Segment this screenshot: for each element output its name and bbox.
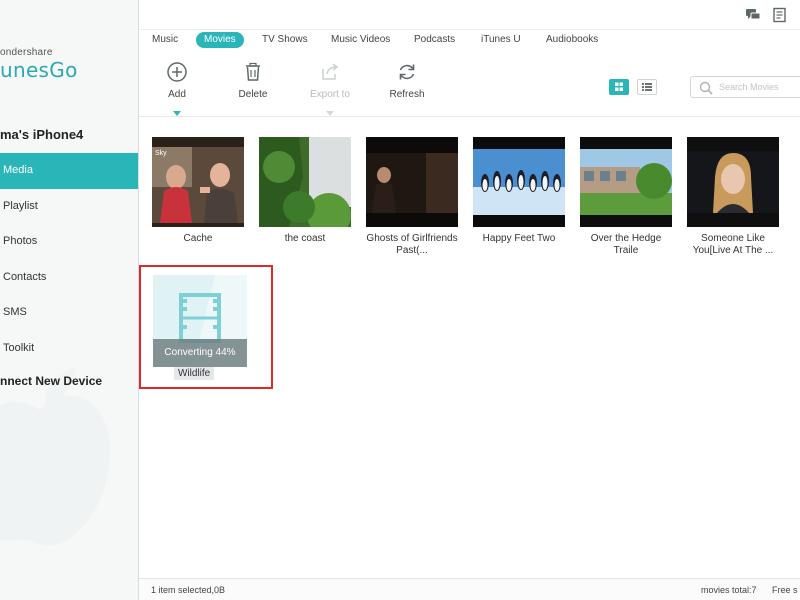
media-tabs: Music Movies TV Shows Music Videos Podca… bbox=[139, 30, 800, 50]
selection-status: 1 item selected,0B bbox=[151, 585, 226, 595]
add-dropdown-caret[interactable] bbox=[173, 111, 181, 116]
main-panel: Music Movies TV Shows Music Videos Podca… bbox=[139, 0, 800, 600]
movie-title: Over the Hedge Traile bbox=[590, 233, 662, 256]
refresh-button[interactable]: Refresh bbox=[372, 55, 442, 100]
apple-watermark-icon bbox=[0, 368, 110, 546]
toolbar: Add Delete Export to Refresh Search Movi… bbox=[139, 55, 800, 117]
status-bar: 1 item selected,0B movies total:7 Free s bbox=[139, 578, 800, 600]
movie-item[interactable]: Happy Feet Two bbox=[473, 137, 565, 245]
movie-item[interactable]: Sky Cache bbox=[152, 137, 244, 245]
export-label: Export to bbox=[309, 89, 351, 100]
trash-icon bbox=[246, 62, 260, 81]
converting-title: Wildlife bbox=[174, 367, 215, 380]
movie-thumbnail bbox=[473, 137, 565, 227]
svg-text:Sky: Sky bbox=[155, 150, 167, 157]
movie-thumbnail: Sky bbox=[152, 137, 244, 227]
converting-item-highlight[interactable]: Converting 44% Wildlife bbox=[139, 265, 273, 389]
title-bar bbox=[139, 0, 800, 30]
movies-total-status: movies total:7 bbox=[701, 585, 757, 595]
list-view-button[interactable] bbox=[637, 79, 657, 95]
sidebar-item-playlist[interactable]: Playlist bbox=[0, 189, 138, 225]
register-icon[interactable] bbox=[772, 7, 788, 23]
brand-subtitle: ondershare bbox=[0, 47, 53, 58]
tab-audiobooks[interactable]: Audiobooks bbox=[538, 32, 606, 48]
tab-movies[interactable]: Movies bbox=[196, 32, 244, 48]
movie-title: the coast bbox=[284, 233, 326, 244]
movie-title: Someone Like You[Live At The ... bbox=[692, 233, 774, 256]
sidebar-nav: Media Playlist Photos Contacts SMS Toolk… bbox=[0, 153, 138, 367]
refresh-icon bbox=[399, 64, 415, 80]
movie-thumbnail bbox=[580, 137, 672, 227]
movie-thumbnail bbox=[366, 137, 458, 227]
add-button[interactable]: Add bbox=[142, 55, 212, 116]
sidebar-item-photos[interactable]: Photos bbox=[0, 224, 138, 260]
movie-item[interactable]: Ghosts of Girlfriends Past(... bbox=[366, 137, 458, 257]
add-icon bbox=[167, 62, 187, 82]
brand-logo: unesGo bbox=[0, 58, 78, 82]
export-button[interactable]: Export to bbox=[295, 55, 365, 116]
movie-item[interactable]: the coast bbox=[259, 137, 351, 245]
device-name[interactable]: ma's iPhone4 bbox=[0, 127, 83, 142]
connect-new-device-link[interactable]: nnect New Device bbox=[0, 374, 102, 388]
list-view-icon bbox=[642, 83, 652, 91]
search-icon bbox=[699, 81, 713, 95]
delete-label: Delete bbox=[238, 89, 268, 100]
export-icon bbox=[322, 63, 339, 80]
converting-progress-status: Converting 44% bbox=[153, 339, 247, 367]
add-label: Add bbox=[168, 89, 186, 100]
sidebar-item-sms[interactable]: SMS bbox=[0, 295, 138, 331]
refresh-label: Refresh bbox=[389, 89, 425, 100]
movie-title: Cache bbox=[183, 233, 213, 244]
delete-button[interactable]: Delete bbox=[218, 55, 288, 100]
grid-view-icon bbox=[615, 82, 623, 91]
sidebar-item-media[interactable]: Media bbox=[0, 153, 138, 189]
export-dropdown-caret[interactable] bbox=[326, 111, 334, 116]
sidebar-item-toolkit[interactable]: Toolkit bbox=[0, 331, 138, 367]
movie-item[interactable]: Over the Hedge Traile bbox=[580, 137, 672, 257]
movie-thumbnail bbox=[687, 137, 779, 227]
free-space-status: Free s bbox=[772, 585, 798, 595]
converting-thumbnail: Converting 44% bbox=[153, 275, 247, 367]
sidebar: ondershare unesGo ma's iPhone4 Media Pla… bbox=[0, 0, 139, 600]
tab-music-videos[interactable]: Music Videos bbox=[323, 32, 398, 48]
grid-view-button[interactable] bbox=[609, 79, 629, 95]
tab-music[interactable]: Music bbox=[144, 32, 186, 48]
movie-item[interactable]: Someone Like You[Live At The ... bbox=[687, 137, 779, 257]
tab-tv-shows[interactable]: TV Shows bbox=[254, 32, 316, 48]
feedback-chat-icon[interactable] bbox=[745, 7, 761, 23]
movie-title: Ghosts of Girlfriends Past(... bbox=[366, 233, 458, 256]
tab-itunes-u[interactable]: iTunes U bbox=[473, 32, 529, 48]
tab-podcasts[interactable]: Podcasts bbox=[406, 32, 463, 48]
movie-title: Happy Feet Two bbox=[482, 233, 556, 244]
movie-thumbnail bbox=[259, 137, 351, 227]
sidebar-item-contacts[interactable]: Contacts bbox=[0, 260, 138, 296]
search-box bbox=[690, 76, 800, 98]
search-input[interactable] bbox=[719, 80, 799, 94]
